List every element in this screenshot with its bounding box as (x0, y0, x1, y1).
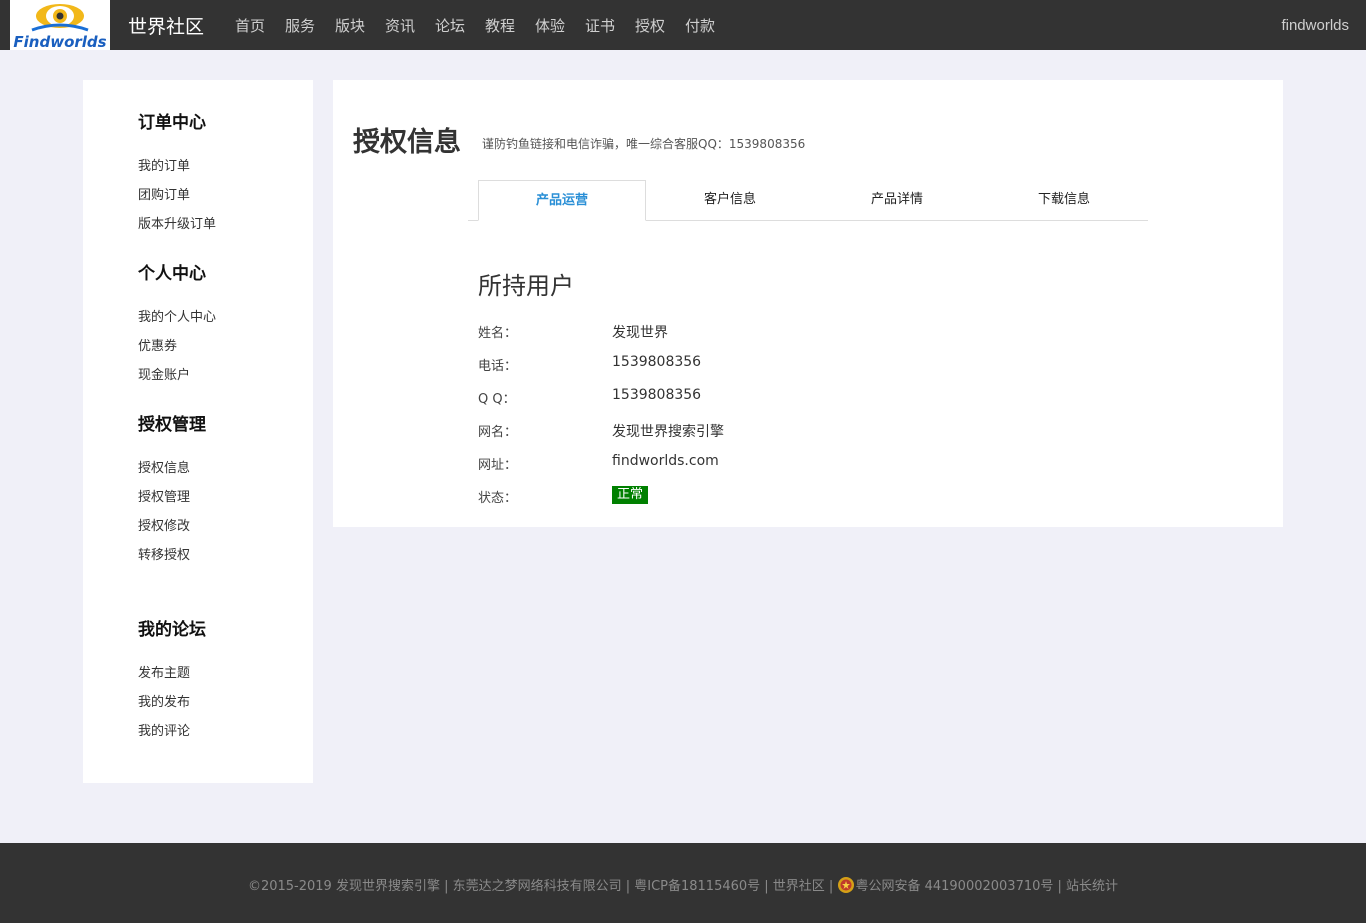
sidebar-heading: 个人中心 (138, 264, 206, 284)
sidebar: 订单中心 我的订单 团购订单 版本升级订单 个人中心 我的个人中心 优惠券 现金… (83, 80, 313, 783)
nav-item-tutorials[interactable]: 教程 (485, 15, 535, 36)
tab-product-details[interactable]: 产品详情 (813, 180, 981, 221)
tab-download-info[interactable]: 下载信息 (980, 180, 1148, 221)
sidebar-item-my-posts[interactable]: 我的发布 (138, 691, 190, 710)
sidebar-section-forum: 我的论坛 发布主题 我的发布 我的评论 (138, 615, 206, 739)
page-title: 授权信息 (353, 127, 461, 158)
sidebar-item-license-edit[interactable]: 授权修改 (138, 515, 190, 534)
nav-item-experience[interactable]: 体验 (535, 15, 585, 36)
sidebar-item-license-manage[interactable]: 授权管理 (138, 486, 190, 505)
sidebar-section-personal: 个人中心 我的个人中心 优惠券 现金账户 (138, 259, 216, 383)
tab-bar: 产品运营 客户信息 产品详情 下载信息 (468, 180, 1148, 221)
sidebar-item-cash-account[interactable]: 现金账户 (138, 364, 190, 383)
page-subtitle: 谨防钓鱼链接和电信诈骗，唯一综合客服QQ：1539808356 (482, 137, 806, 151)
nav-item-boards[interactable]: 版块 (335, 15, 385, 36)
site-title[interactable]: 世界社区 (128, 12, 204, 39)
police-badge-icon (838, 877, 855, 893)
name-value: 发现世界 (612, 325, 668, 341)
sidebar-item-my-center[interactable]: 我的个人中心 (138, 306, 216, 325)
footer-links-part1[interactable]: ©2015-2019 发现世界搜索引擎 | 东莞达之梦网络科技有限公司 | 粤I… (248, 879, 838, 894)
nav-item-services[interactable]: 服务 (285, 15, 335, 36)
qq-value: 1539808356 (612, 387, 702, 403)
nickname-value: 发现世界搜索引擎 (612, 424, 724, 440)
sidebar-heading: 我的论坛 (138, 620, 206, 640)
top-navbar: Findworlds 世界社区 首页 服务 版块 资讯 论坛 教程 体验 证书 … (0, 0, 1366, 50)
qq-label: Q Q： (478, 392, 516, 407)
website-value: findworlds.com (612, 453, 719, 469)
website-label: 网址： (478, 458, 518, 473)
name-label: 姓名： (478, 326, 518, 341)
sidebar-section-orders: 订单中心 我的订单 团购订单 版本升级订单 (138, 108, 216, 232)
sidebar-item-license-info[interactable]: 授权信息 (138, 457, 190, 476)
main-nav: 首页 服务 版块 资讯 论坛 教程 体验 证书 授权 付款 (235, 15, 735, 36)
brand-link[interactable]: findworlds (1281, 17, 1349, 34)
main-panel: 授权信息 谨防钓鱼链接和电信诈骗，唯一综合客服QQ：1539808356 产品运… (333, 80, 1283, 527)
nav-item-certificate[interactable]: 证书 (585, 15, 635, 36)
status-badge: 正常 (612, 486, 649, 504)
nav-item-home[interactable]: 首页 (235, 15, 285, 36)
findworlds-logo[interactable]: Findworlds (10, 0, 110, 50)
footer-text: ©2015-2019 发现世界搜索引擎 | 东莞达之梦网络科技有限公司 | 粤I… (0, 875, 1366, 894)
eye-logo-icon: Findworlds (13, 4, 107, 50)
sidebar-item-group-orders[interactable]: 团购订单 (138, 184, 190, 203)
sidebar-item-my-comments[interactable]: 我的评论 (138, 720, 190, 739)
nav-item-payment[interactable]: 付款 (685, 15, 735, 36)
sidebar-item-license-transfer[interactable]: 转移授权 (138, 544, 190, 563)
nickname-label: 网名： (478, 425, 518, 440)
sidebar-item-my-orders[interactable]: 我的订单 (138, 155, 190, 174)
sidebar-heading: 授权管理 (138, 415, 206, 435)
sidebar-item-upgrade-orders[interactable]: 版本升级订单 (138, 213, 216, 232)
footer-links-part2[interactable]: 粤公网安备 44190002003710号 | 站长统计 (855, 879, 1118, 894)
svg-text:Findworlds: Findworlds (13, 33, 106, 50)
section-title: 所持用户 (478, 272, 574, 300)
phone-value: 1539808356 (612, 354, 702, 370)
sidebar-section-license: 授权管理 授权信息 授权管理 授权修改 转移授权 (138, 410, 206, 563)
nav-item-forum[interactable]: 论坛 (435, 15, 485, 36)
sidebar-heading: 订单中心 (138, 113, 206, 133)
phone-label: 电话： (478, 359, 518, 374)
nav-item-license[interactable]: 授权 (635, 15, 685, 36)
tab-customer-info[interactable]: 客户信息 (646, 180, 814, 221)
footer: ©2015-2019 发现世界搜索引擎 | 东莞达之梦网络科技有限公司 | 粤I… (0, 843, 1366, 923)
sidebar-item-post-topic[interactable]: 发布主题 (138, 662, 190, 681)
nav-item-news[interactable]: 资讯 (385, 15, 435, 36)
sidebar-item-coupons[interactable]: 优惠券 (138, 335, 177, 354)
status-label: 状态： (478, 491, 518, 506)
tab-product-operation[interactable]: 产品运营 (478, 180, 646, 221)
